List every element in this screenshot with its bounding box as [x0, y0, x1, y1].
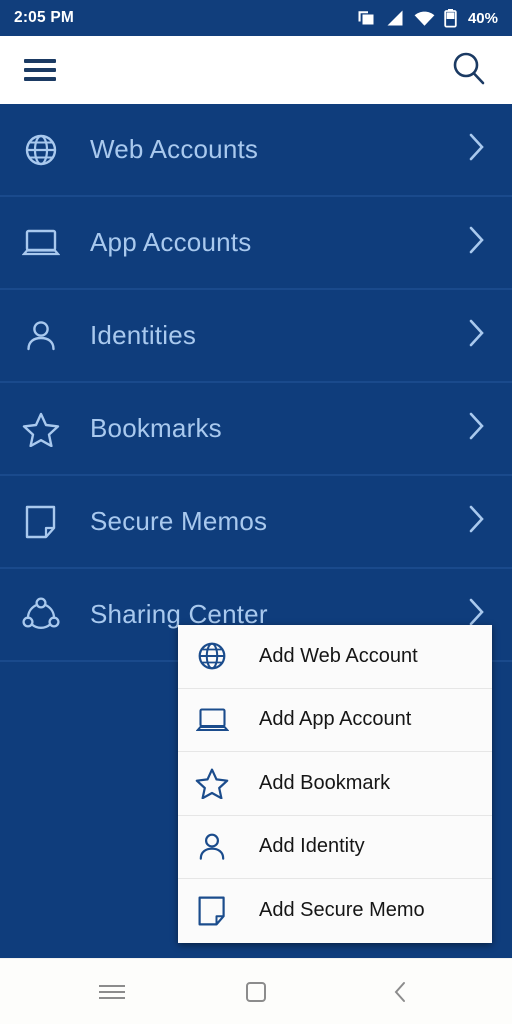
list-item-label: Web Accounts	[90, 134, 259, 164]
chevron-right-icon	[466, 223, 488, 262]
chevron-right-icon	[466, 409, 488, 448]
menu-lines-icon	[99, 984, 125, 999]
menu-item-label: Add Bookmark	[259, 771, 391, 794]
android-navigation-bar	[0, 958, 512, 1024]
wifi-icon	[414, 11, 435, 26]
hamburger-menu-icon[interactable]	[24, 59, 56, 81]
laptop-icon	[22, 224, 60, 262]
chevron-right-icon	[466, 316, 488, 355]
phone-screen: 2:05 PM 40% Web Accounts App Accounts Id…	[0, 0, 512, 1024]
memo-icon	[22, 503, 60, 541]
list-item-app-accounts[interactable]: App Accounts	[0, 197, 512, 290]
battery-icon	[444, 9, 457, 28]
home-button[interactable]	[234, 970, 278, 1014]
chevron-left-icon	[394, 981, 405, 1002]
list-item-identities[interactable]: Identities	[0, 290, 512, 383]
person-icon	[195, 830, 229, 864]
list-item-label: Bookmarks	[90, 413, 222, 443]
menu-item-label: Add Secure Memo	[259, 899, 425, 922]
status-bar-clock: 2:05 PM	[14, 9, 74, 26]
star-icon	[22, 410, 60, 448]
list-item-label: Secure Memos	[90, 506, 268, 536]
share-icon	[22, 596, 60, 634]
cellular-signal-icon	[387, 10, 403, 26]
menu-item-label: Add App Account	[259, 708, 412, 731]
menu-item-add-app-account[interactable]: Add App Account	[178, 689, 492, 752]
menu-item-label: Add Web Account	[259, 644, 418, 667]
memo-icon	[195, 894, 229, 928]
menu-item-add-secure-memo[interactable]: Add Secure Memo	[178, 879, 492, 943]
list-item-bookmarks[interactable]: Bookmarks	[0, 383, 512, 476]
app-toolbar	[0, 36, 512, 104]
menu-item-add-bookmark[interactable]: Add Bookmark	[178, 752, 492, 816]
screen-cast-icon	[358, 11, 374, 25]
chevron-right-icon	[466, 502, 488, 541]
recents-button[interactable]	[90, 970, 134, 1014]
star-icon	[195, 766, 229, 800]
list-item-label: App Accounts	[90, 227, 252, 257]
person-icon	[22, 317, 60, 355]
status-bar-icons: 40%	[356, 8, 498, 28]
globe-icon	[195, 639, 229, 673]
list-item-secure-memos[interactable]: Secure Memos	[0, 476, 512, 569]
menu-item-add-web-account[interactable]: Add Web Account	[178, 625, 492, 689]
laptop-icon	[195, 703, 229, 737]
globe-icon	[22, 131, 60, 169]
list-item-web-accounts[interactable]: Web Accounts	[0, 104, 512, 197]
status-bar: 2:05 PM 40%	[0, 0, 512, 36]
chevron-right-icon	[466, 130, 488, 169]
back-button[interactable]	[378, 970, 422, 1014]
battery-percent-label: 40%	[467, 9, 498, 27]
menu-item-label: Add Identity	[259, 835, 365, 858]
menu-item-add-identity[interactable]: Add Identity	[178, 816, 492, 879]
square-icon	[246, 981, 266, 1002]
add-item-popup-menu: Add Web Account Add App Account Add Book…	[178, 625, 492, 943]
search-icon[interactable]	[448, 48, 488, 93]
list-item-label: Identities	[90, 320, 197, 350]
